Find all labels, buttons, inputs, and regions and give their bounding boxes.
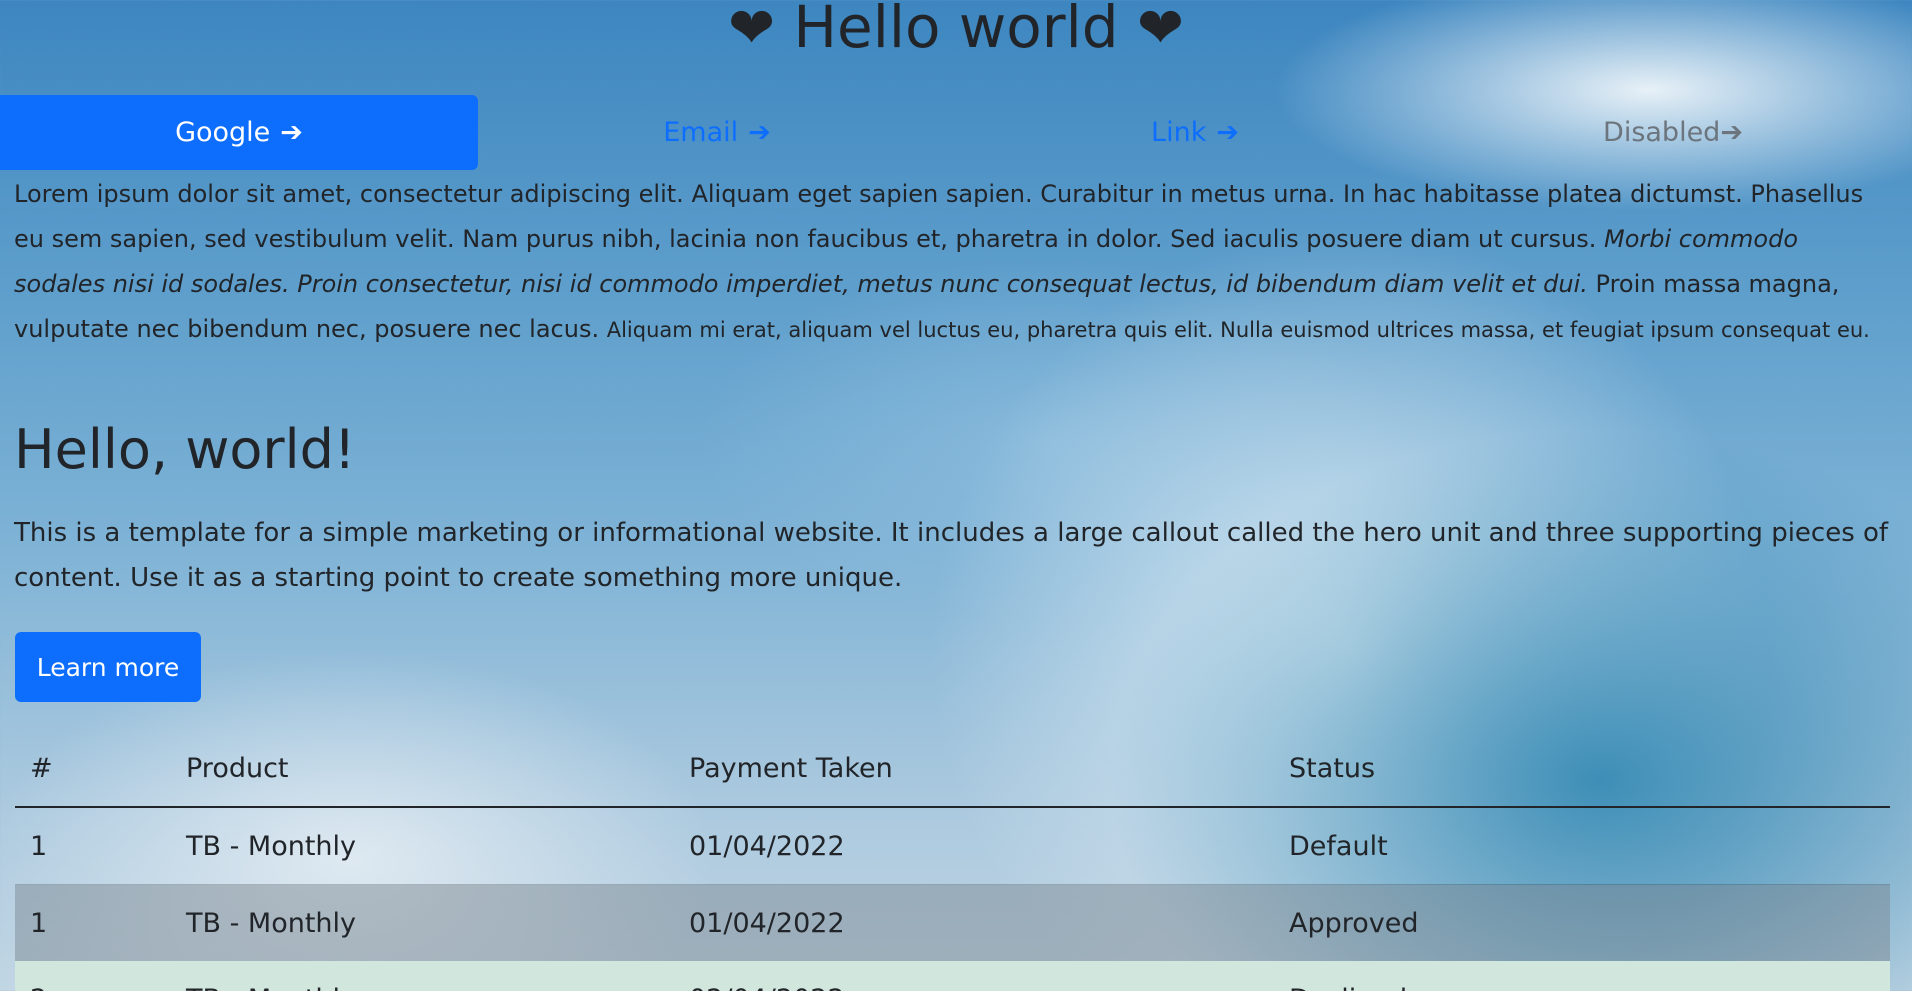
- cell-status: Default: [1274, 807, 1890, 885]
- cell-payment-taken: 01/04/2022: [674, 807, 1274, 885]
- table-row: 2 TB - Monthly 02/04/2022 Declined: [15, 961, 1890, 991]
- intro-small-text: Aliquam mi erat, aliquam vel luctus eu, …: [606, 318, 1870, 342]
- cell-status: Approved: [1289, 907, 1419, 939]
- table-row: 1 TB - Monthly 01/04/2022 Default: [15, 807, 1890, 885]
- cell-product: TB - Monthly: [171, 961, 674, 991]
- nav-item-label: Disabled: [1603, 117, 1721, 148]
- cell-number: 2: [15, 961, 171, 991]
- cell-payment-taken: 01/04/2022: [689, 907, 845, 939]
- arrow-right-icon: ➔: [748, 117, 771, 148]
- column-header-number: #: [15, 730, 171, 808]
- cell-number: 1: [15, 807, 171, 885]
- intro-paragraph: Lorem ipsum dolor sit amet, consectetur …: [14, 172, 1894, 353]
- page-title-text: Hello world: [793, 0, 1119, 61]
- payments-table: # Product Payment Taken Status 1 TB - Mo…: [15, 730, 1890, 991]
- intro-text: Lorem ipsum dolor sit amet, consectetur …: [14, 180, 1864, 253]
- nav-item-label: Google: [175, 117, 271, 148]
- nav-item-google[interactable]: Google ➔: [0, 95, 478, 170]
- learn-more-button[interactable]: Learn more: [15, 632, 201, 702]
- nav-item-disabled: Disabled ➔: [1434, 95, 1912, 170]
- nav-item-email[interactable]: Email ➔: [478, 95, 956, 170]
- cell-payment-taken: 02/04/2022: [674, 961, 1274, 991]
- arrow-right-icon: ➔: [1216, 117, 1239, 148]
- nav-item-label: Email: [663, 117, 739, 148]
- column-header-payment-taken: Payment Taken: [674, 730, 1274, 808]
- arrow-right-icon: ➔: [1720, 117, 1743, 148]
- cell-product: TB - Monthly: [186, 907, 357, 939]
- table-row: 1 TB - Monthly 01/04/2022 Approved: [15, 884, 1890, 961]
- heart-icon: ❤: [1137, 0, 1184, 61]
- nav-tabs: Google ➔ Email ➔ Link ➔ Disabled ➔: [0, 95, 1912, 170]
- hero-title: Hello, world!: [14, 418, 356, 481]
- cell-status: Declined: [1274, 961, 1890, 991]
- nav-item-label: Link: [1151, 117, 1207, 148]
- heart-icon: ❤: [728, 0, 775, 61]
- cell-product: TB - Monthly: [171, 807, 674, 885]
- page-title: ❤ Hello world ❤: [0, 0, 1912, 66]
- hero-text: This is a template for a simple marketin…: [14, 518, 1889, 593]
- cell-number: 1: [30, 907, 48, 939]
- column-header-status: Status: [1274, 730, 1890, 808]
- arrow-right-icon: ➔: [280, 117, 303, 148]
- nav-item-link[interactable]: Link ➔: [956, 95, 1434, 170]
- table-header-row: # Product Payment Taken Status: [15, 730, 1890, 808]
- column-header-product: Product: [171, 730, 674, 808]
